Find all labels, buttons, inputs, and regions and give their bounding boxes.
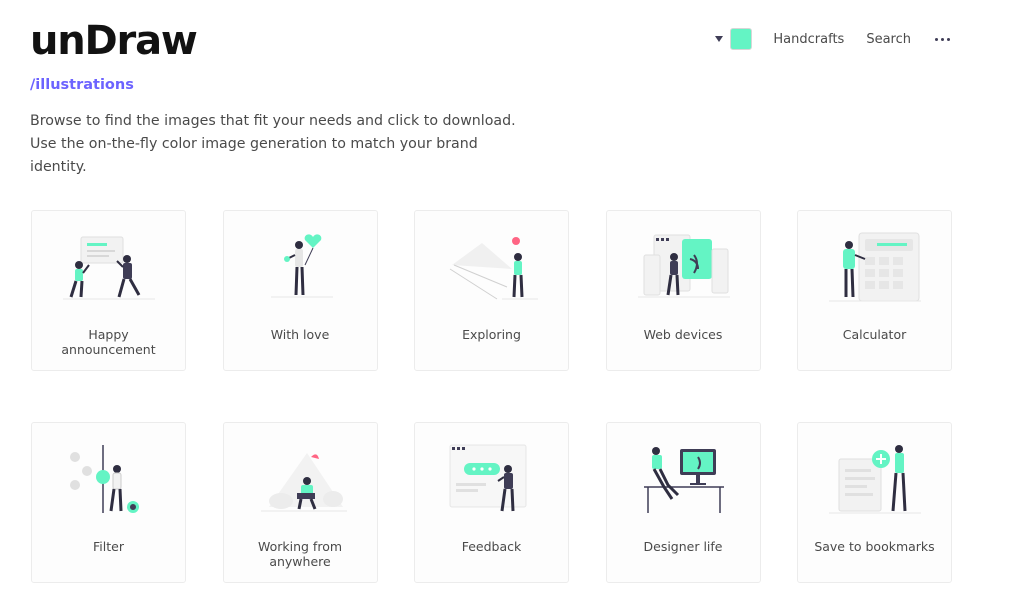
card-label: Happy announcement <box>61 327 156 357</box>
card-label: Web devices <box>643 327 723 342</box>
color-dropdown-caret-icon[interactable] <box>715 36 724 42</box>
save-to-bookmarks-illustration-icon <box>829 445 921 514</box>
illustration-card-filter[interactable]: Filter <box>31 422 186 583</box>
feedback-illustration-icon <box>449 444 527 512</box>
filter-illustration-icon <box>70 445 139 513</box>
illustration-card-save-to-bookmarks[interactable]: Save to bookmarks <box>797 422 952 583</box>
card-label: Working from anywhere <box>257 539 343 569</box>
card-label: Exploring <box>462 327 521 342</box>
intro-text: Browse to find the images that fit your … <box>30 113 516 175</box>
web-devices-illustration-icon <box>637 234 730 298</box>
designer-life-illustration-icon <box>643 447 724 513</box>
breadcrumb[interactable]: /illustrations <box>30 77 134 93</box>
illustration-card-feedback[interactable]: Feedback <box>414 422 569 583</box>
illustration-card-happy-announcement[interactable]: Happy announcement <box>31 210 186 371</box>
card-label: Feedback <box>461 539 522 554</box>
card-label: Save to bookmarks <box>814 539 935 554</box>
illustration-card-exploring[interactable]: Exploring <box>414 210 569 371</box>
illustration-card-with-love[interactable]: With love <box>222 210 378 371</box>
top-nav: Handcrafts Search <box>715 27 952 51</box>
nav-link-search[interactable]: Search <box>866 32 911 47</box>
illustration-card-web-devices[interactable]: Web devices <box>605 210 761 371</box>
illustration-card-working-from-anywhere[interactable]: Working from anywhere <box>222 422 378 583</box>
calculator-illustration-icon <box>829 232 921 302</box>
ellipsis-icon[interactable] <box>933 37 952 41</box>
card-label: Filter <box>93 539 124 554</box>
undraw-logo[interactable]: unDraw <box>30 18 198 64</box>
nav-link-handcrafts[interactable]: Handcrafts <box>773 32 844 47</box>
exploring-illustration-icon <box>449 237 538 300</box>
with-love-illustration-icon <box>270 234 333 298</box>
illustration-card-calculator[interactable]: Calculator <box>797 210 952 371</box>
card-label: Designer life <box>643 539 723 554</box>
card-label: With love <box>270 327 330 342</box>
card-label: Calculator <box>842 327 907 342</box>
accent-color-swatch[interactable] <box>730 28 753 50</box>
illustration-grid: Happy announcement With love Exploring W… <box>31 210 952 583</box>
happy-announcement-illustration-icon <box>63 236 155 300</box>
working-from-anywhere-illustration-icon <box>260 453 347 512</box>
illustration-card-designer-life[interactable]: Designer life <box>605 422 761 583</box>
